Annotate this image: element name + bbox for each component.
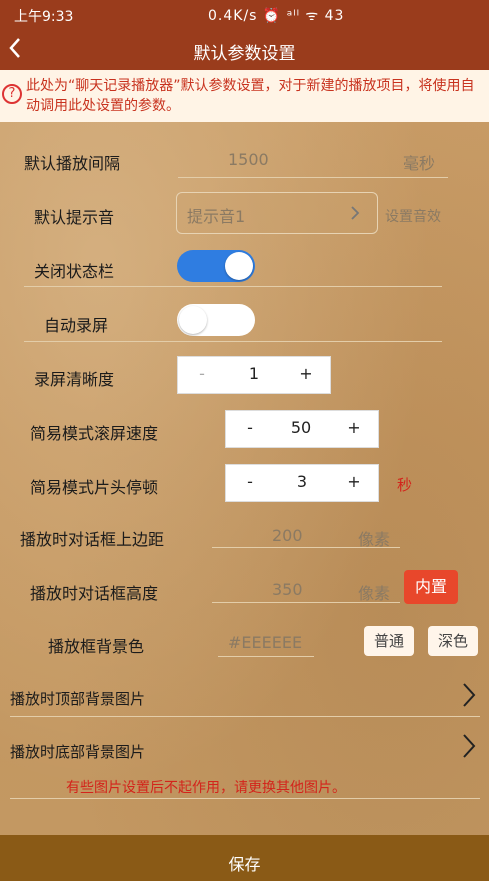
save-label: 保存 <box>228 855 261 874</box>
intro-pause-plus-button[interactable]: + <box>344 472 364 491</box>
save-button[interactable]: 保存 <box>0 835 489 881</box>
page-title: 默认参数设置 <box>193 44 296 64</box>
clarity-minus-button[interactable]: - <box>192 364 212 383</box>
close-statusbar-label: 关闭状态栏 <box>34 262 115 281</box>
bottom-bg-image-label: 播放时底部背景图片 <box>10 743 146 761</box>
bg-color-input[interactable]: #EEEEEE <box>228 633 302 652</box>
interval-unit: 毫秒 <box>403 154 436 173</box>
interval-label: 默认播放间隔 <box>24 154 121 173</box>
divider <box>212 602 400 603</box>
intro-pause-minus-button[interactable]: - <box>240 472 260 491</box>
bottom-bg-image-row[interactable] <box>462 733 476 765</box>
intro-pause-label: 简易模式片头停顿 <box>30 478 159 497</box>
intro-pause-unit: 秒 <box>397 476 413 494</box>
notice-banner: ? 此处为“聊天记录播放器”默认参数设置，对于新建的播放项目，将使用自动调用此处… <box>0 70 489 122</box>
toggle-knob <box>225 252 253 280</box>
sound-select[interactable]: 提示音1 <box>176 192 378 234</box>
dialog-height-unit: 像素 <box>358 584 391 603</box>
dark-color-button[interactable]: 深色 <box>428 626 478 656</box>
normal-color-button[interactable]: 普通 <box>364 626 414 656</box>
clarity-value: 1 <box>248 364 260 383</box>
clarity-stepper: - 1 + <box>177 356 331 394</box>
sound-value: 提示音1 <box>187 207 246 226</box>
scroll-speed-plus-button[interactable]: + <box>344 418 364 437</box>
auto-record-toggle[interactable] <box>177 304 255 336</box>
status-indicators: 0.4K/s ⏰ ᵃˡˡ ᯤ 43 <box>208 8 345 24</box>
chevron-right-icon <box>463 734 476 758</box>
clarity-plus-button[interactable]: + <box>296 364 316 383</box>
divider <box>24 341 442 342</box>
status-bar: 上午9:33 0.4K/s ⏰ ᵃˡˡ ᯤ 43 <box>0 0 489 30</box>
bg-color-label: 播放框背景色 <box>48 637 145 656</box>
toggle-knob <box>179 306 207 334</box>
notice-text: 此处为“聊天记录播放器”默认参数设置，对于新建的播放项目，将使用自动调用此处设置… <box>26 78 475 114</box>
scroll-speed-stepper: - 50 + <box>225 410 379 448</box>
top-margin-input[interactable]: 200 <box>272 526 303 545</box>
close-statusbar-toggle[interactable] <box>177 250 255 282</box>
top-bg-image-label: 播放时顶部背景图片 <box>10 690 146 708</box>
interval-underline <box>178 177 448 178</box>
divider <box>212 547 400 548</box>
auto-record-label: 自动录屏 <box>44 316 109 335</box>
scroll-speed-value: 50 <box>290 418 312 437</box>
divider <box>10 798 480 799</box>
builtin-button[interactable]: 内置 <box>404 570 458 604</box>
chevron-right-icon <box>463 683 476 707</box>
set-sound-button[interactable]: 设置音效 <box>385 206 441 226</box>
scroll-speed-label: 简易模式滚屏速度 <box>30 424 159 443</box>
dialog-height-label: 播放时对话框高度 <box>30 584 159 603</box>
divider <box>24 286 442 287</box>
interval-input[interactable]: 1500 <box>228 150 269 169</box>
intro-pause-value: 3 <box>296 472 308 491</box>
title-bar: 默认参数设置 <box>0 30 489 70</box>
clock: 上午9:33 <box>14 9 74 25</box>
divider <box>218 656 314 657</box>
intro-pause-stepper: - 3 + <box>225 464 379 502</box>
chevron-right-icon <box>351 206 360 220</box>
top-margin-label: 播放时对话框上边距 <box>20 530 165 549</box>
divider <box>10 716 480 717</box>
clarity-label: 录屏清晰度 <box>34 370 115 389</box>
image-warning: 有些图片设置后不起作用，请更换其他图片。 <box>66 780 346 796</box>
sound-label: 默认提示音 <box>34 208 115 227</box>
dialog-height-input[interactable]: 350 <box>272 580 303 599</box>
scroll-speed-minus-button[interactable]: - <box>240 418 260 437</box>
top-bg-image-row[interactable] <box>462 682 476 714</box>
question-icon: ? <box>2 84 22 104</box>
